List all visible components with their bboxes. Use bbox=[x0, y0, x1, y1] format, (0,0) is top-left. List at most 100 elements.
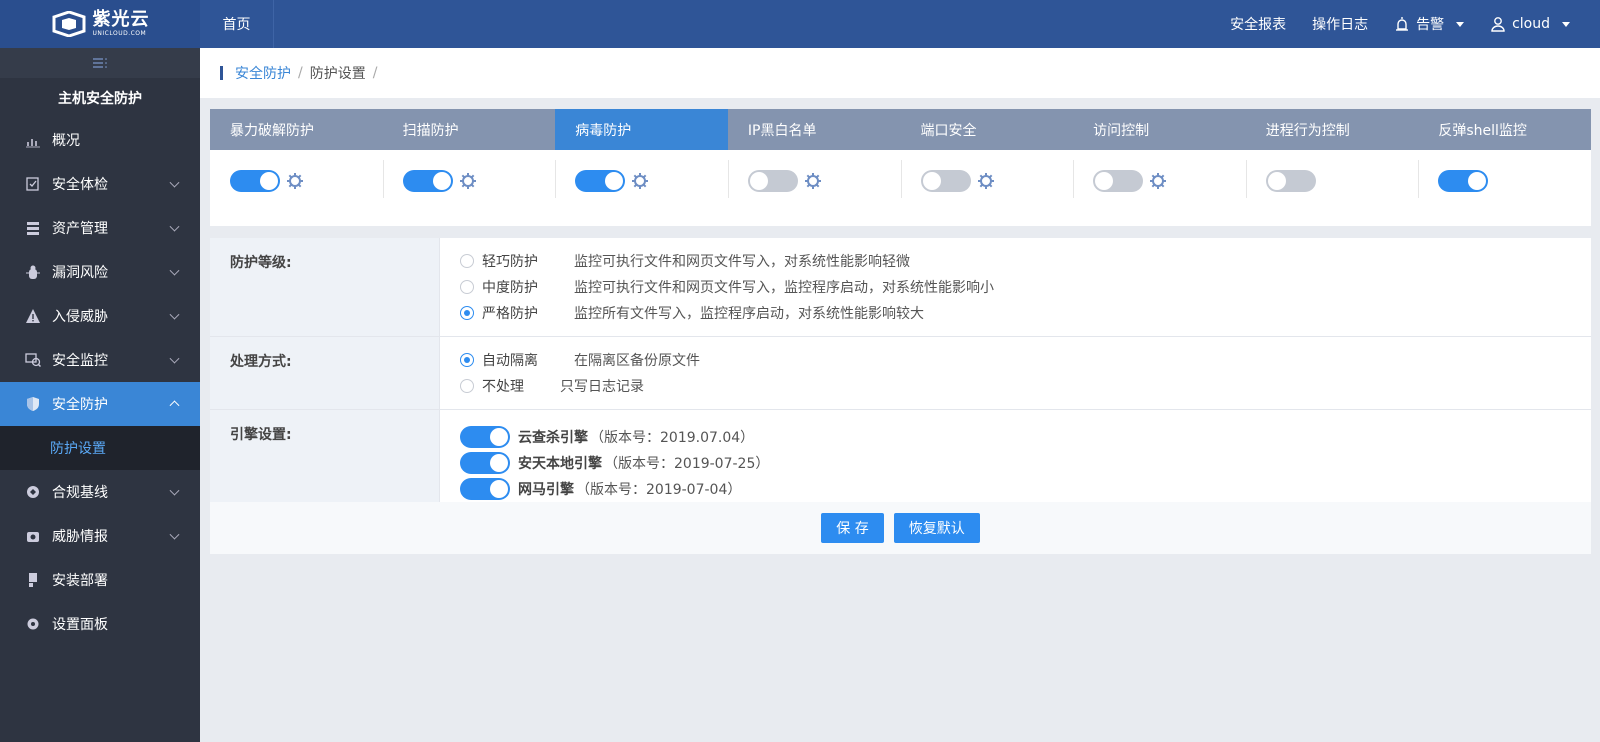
tab-scan[interactable]: 扫描防护 bbox=[383, 109, 556, 150]
gear-icon[interactable] bbox=[286, 172, 304, 190]
tab-access-control[interactable]: 访问控制 bbox=[1073, 109, 1246, 150]
level-option-strict[interactable]: 严格防护 监控所有文件写入，监控程序启动，对系统性能影响较大 bbox=[460, 300, 1591, 326]
sidebar-item-threat-intel[interactable]: 威胁情报 bbox=[0, 514, 200, 558]
top-bar: 紫光云 UNICLOUD.COM 首页 安全报表 操作日志 告警 cloud bbox=[0, 0, 1600, 48]
sidebar-item-label: 合规基线 bbox=[52, 485, 108, 501]
scan-toggle[interactable] bbox=[402, 170, 453, 192]
engine-webshell-toggle[interactable] bbox=[460, 478, 510, 500]
sidebar-item-label: 安装部署 bbox=[52, 573, 108, 589]
option-description: 只写日志记录 bbox=[560, 379, 644, 395]
settings-icon bbox=[24, 615, 42, 633]
ip-list-toggle[interactable] bbox=[747, 170, 798, 192]
switch-cell-scan bbox=[382, 150, 556, 226]
switch-cell-virus bbox=[555, 150, 728, 226]
settings-form: 防护等级: 轻巧防护 监控可执行文件和网页文件写入，对系统性能影响轻微 中度防护… bbox=[210, 238, 1591, 514]
radio-strict[interactable] bbox=[460, 306, 474, 320]
engine-version: （版本号：2019-07-04） bbox=[576, 482, 742, 498]
checkup-icon bbox=[24, 175, 42, 193]
install-icon bbox=[24, 571, 42, 589]
handle-mode-row: 处理方式: 自动隔离 在隔离区备份原文件 不处理 只写日志记录 bbox=[210, 337, 1591, 410]
sidebar-item-assets[interactable]: 资产管理 bbox=[0, 206, 200, 250]
protection-switches bbox=[210, 150, 1591, 226]
option-name: 自动隔离 bbox=[482, 353, 538, 369]
engine-settings-label: 引擎设置: bbox=[210, 410, 440, 514]
virus-toggle[interactable] bbox=[575, 170, 626, 192]
chevron-down-icon bbox=[1456, 21, 1465, 27]
sidebar-item-label: 漏洞风险 bbox=[52, 265, 108, 281]
chevron-down-icon bbox=[169, 309, 180, 320]
radio-medium[interactable] bbox=[460, 280, 474, 294]
tab-virus[interactable]: 病毒防护 bbox=[555, 109, 728, 150]
sidebar-item-monitor[interactable]: 安全监控 bbox=[0, 338, 200, 382]
radio-none[interactable] bbox=[460, 379, 474, 393]
sidebar-item-baseline[interactable]: 合规基线 bbox=[0, 470, 200, 514]
gear-icon[interactable] bbox=[1149, 172, 1167, 190]
port-security-toggle[interactable] bbox=[920, 170, 971, 192]
shield-icon bbox=[24, 395, 42, 413]
option-description: 监控可执行文件和网页文件写入，对系统性能影响轻微 bbox=[574, 254, 910, 270]
option-description: 监控所有文件写入，监控程序启动，对系统性能影响较大 bbox=[574, 306, 924, 322]
nav-operation-log[interactable]: 操作日志 bbox=[1312, 14, 1368, 34]
level-option-light[interactable]: 轻巧防护 监控可执行文件和网页文件写入，对系统性能影响轻微 bbox=[460, 248, 1591, 274]
breadcrumb-separator: / bbox=[372, 65, 378, 81]
warning-icon bbox=[24, 307, 42, 325]
nav-home[interactable]: 首页 bbox=[200, 0, 274, 48]
sidebar-item-protection[interactable]: 安全防护 bbox=[0, 382, 200, 426]
breadcrumb-parent[interactable]: 安全防护 bbox=[235, 63, 291, 83]
switch-cell-reverse-shell bbox=[1418, 150, 1591, 226]
sidebar-subitem-protection-settings[interactable]: 防护设置 bbox=[0, 426, 200, 470]
gear-icon[interactable] bbox=[631, 172, 649, 190]
engine-settings-row: 引擎设置: 云查杀引擎 （版本号：2019.07.04） 安天本地引擎 （版本号… bbox=[210, 410, 1591, 514]
alert-menu[interactable]: 告警 bbox=[1394, 14, 1465, 34]
sidebar-item-checkup[interactable]: 安全体检 bbox=[0, 162, 200, 206]
tab-brute-force[interactable]: 暴力破解防护 bbox=[210, 109, 383, 150]
save-button[interactable]: 保 存 bbox=[821, 513, 884, 543]
sidebar-item-label: 安全体检 bbox=[52, 177, 108, 193]
gear-icon[interactable] bbox=[459, 172, 477, 190]
tab-port-security[interactable]: 端口安全 bbox=[901, 109, 1074, 150]
radio-light[interactable] bbox=[460, 254, 474, 268]
user-menu[interactable]: cloud bbox=[1490, 16, 1570, 32]
alert-label: 告警 bbox=[1416, 17, 1445, 33]
option-name: 中度防护 bbox=[482, 280, 538, 296]
sidebar-collapse-button[interactable] bbox=[0, 48, 200, 78]
reverse-shell-toggle[interactable] bbox=[1438, 170, 1489, 192]
switch-cell-ip-list bbox=[727, 150, 901, 226]
sidebar-item-vulnerability[interactable]: 漏洞风险 bbox=[0, 250, 200, 294]
option-name: 不处理 bbox=[482, 379, 524, 395]
sidebar-item-intrusion[interactable]: 入侵威胁 bbox=[0, 294, 200, 338]
logo-text: 紫光云 bbox=[92, 9, 150, 30]
engine-antiy-toggle[interactable] bbox=[460, 452, 510, 474]
access-control-toggle[interactable] bbox=[1093, 170, 1144, 192]
logo[interactable]: 紫光云 UNICLOUD.COM bbox=[0, 0, 200, 48]
sidebar-item-install[interactable]: 安装部署 bbox=[0, 558, 200, 602]
level-option-medium[interactable]: 中度防护 监控可执行文件和网页文件写入，监控程序启动，对系统性能影响小 bbox=[460, 274, 1591, 300]
tab-reverse-shell[interactable]: 反弹shell监控 bbox=[1418, 109, 1591, 150]
handle-option-isolate[interactable]: 自动隔离 在隔离区备份原文件 bbox=[460, 347, 1591, 373]
handle-option-none[interactable]: 不处理 只写日志记录 bbox=[460, 373, 1591, 399]
tab-ip-list[interactable]: IP黑白名单 bbox=[728, 109, 901, 150]
menu-collapse-icon bbox=[93, 58, 107, 68]
reset-default-button[interactable]: 恢复默认 bbox=[893, 513, 980, 543]
engine-cloud-toggle[interactable] bbox=[460, 426, 510, 448]
gear-icon[interactable] bbox=[804, 172, 822, 190]
switch-cell-port-security bbox=[900, 150, 1074, 226]
user-icon bbox=[1491, 17, 1505, 32]
tab-process-control[interactable]: 进程行为控制 bbox=[1246, 109, 1419, 150]
nav-security-report[interactable]: 安全报表 bbox=[1230, 14, 1286, 34]
sidebar-item-settings[interactable]: 设置面板 bbox=[0, 602, 200, 646]
breadcrumb-current: 防护设置 bbox=[309, 66, 366, 82]
engine-name: 网马引擎 bbox=[518, 482, 574, 498]
breadcrumb-marker bbox=[220, 66, 223, 80]
engine-name: 云查杀引擎 bbox=[518, 430, 588, 446]
sidebar-item-label: 资产管理 bbox=[52, 221, 108, 237]
engine-version: （版本号：2019.07.04） bbox=[590, 430, 755, 446]
gear-icon[interactable] bbox=[977, 172, 995, 190]
sidebar-item-overview[interactable]: 概况 bbox=[0, 118, 200, 162]
option-description: 在隔离区备份原文件 bbox=[574, 353, 700, 369]
sidebar-title: 主机安全防护 bbox=[58, 91, 142, 107]
radio-isolate[interactable] bbox=[460, 353, 474, 367]
brute-force-toggle[interactable] bbox=[230, 170, 280, 192]
chevron-down-icon bbox=[169, 353, 180, 364]
process-control-toggle[interactable] bbox=[1265, 170, 1316, 192]
